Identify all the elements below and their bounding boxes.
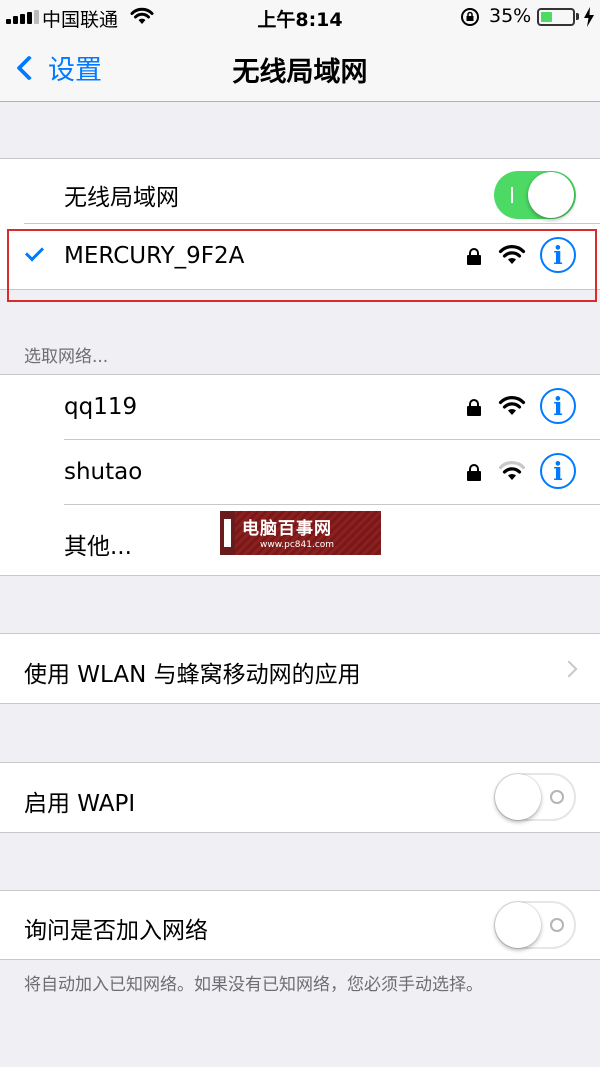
ask-join-footer: 将自动加入已知网络。如果没有已知网络，您必须手动选择。 — [24, 975, 483, 995]
battery-percent: 35% — [489, 5, 532, 27]
wifi-toggle-label: 无线局域网 — [64, 185, 179, 211]
charging-bolt-icon — [584, 7, 594, 27]
navigation-bar: 设置 无线局域网 — [0, 34, 600, 102]
lock-icon — [467, 399, 481, 416]
page-title: 无线局域网 — [232, 57, 368, 88]
ask-join-label: 询问是否加入网络 — [24, 918, 208, 944]
network-name: qq119 — [64, 394, 138, 420]
toggle-knob — [495, 902, 541, 948]
watermark-title: 电脑百事网 — [242, 519, 332, 539]
wifi-toggle[interactable] — [494, 171, 576, 219]
ask-join-group: 询问是否加入网络 — [0, 890, 600, 960]
wlan-apps-label: 使用 WLAN 与蜂窝移动网的应用 — [24, 662, 361, 688]
site-watermark-logo: 电脑百事网 www.pc841.com — [220, 511, 381, 555]
status-bar: 中国联通 上午8:14 35% — [0, 0, 600, 34]
other-network-label: 其他... — [64, 534, 132, 560]
highlight-box — [7, 229, 597, 302]
ask-join-toggle[interactable] — [494, 901, 576, 949]
wlan-apps-row[interactable]: 使用 WLAN 与蜂窝移动网的应用 — [0, 634, 600, 703]
wapi-row: 启用 WAPI — [0, 763, 600, 832]
watermark-url: www.pc841.com — [260, 540, 335, 550]
toggle-knob — [495, 774, 541, 820]
wifi-signal-icon — [498, 461, 526, 480]
network-name: shutao — [64, 459, 143, 485]
watermark-logo-mark — [220, 511, 235, 555]
wifi-signal-icon — [498, 396, 526, 415]
ask-join-row: 询问是否加入网络 — [0, 891, 600, 959]
disclosure-chevron-icon — [560, 660, 578, 678]
battery-icon — [537, 8, 575, 26]
toggle-off-mark — [550, 790, 564, 804]
network-row-shutao[interactable]: shutao i — [0, 440, 600, 505]
toggle-on-mark — [511, 187, 513, 203]
battery-fill — [541, 12, 552, 22]
toggle-off-mark — [550, 918, 564, 932]
network-row-qq119[interactable]: qq119 i — [0, 375, 600, 440]
wifi-toggle-row: 无线局域网 — [0, 159, 600, 224]
orientation-lock-icon — [461, 8, 479, 26]
lock-icon — [467, 464, 481, 481]
wlan-apps-group: 使用 WLAN 与蜂窝移动网的应用 — [0, 633, 600, 704]
wapi-group: 启用 WAPI — [0, 762, 600, 833]
wapi-label: 启用 WAPI — [24, 791, 136, 817]
info-icon[interactable]: i — [540, 453, 576, 489]
networks-section-header: 选取网络... — [24, 347, 109, 367]
wapi-toggle[interactable] — [494, 773, 576, 821]
info-icon[interactable]: i — [540, 388, 576, 424]
battery-nub — [576, 13, 579, 20]
toggle-knob — [528, 172, 574, 218]
